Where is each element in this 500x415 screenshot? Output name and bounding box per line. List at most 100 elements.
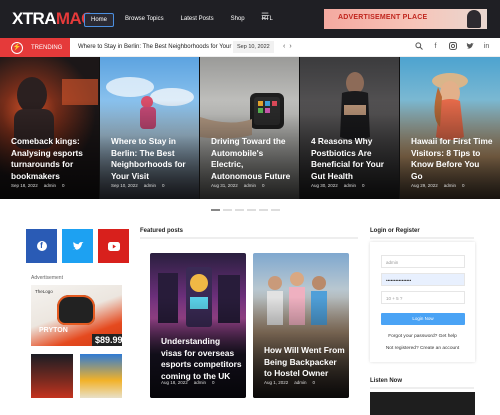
- slide-comments: 0: [162, 183, 165, 188]
- featured-post-card[interactable]: How Will Went From Being Backpacker to H…: [253, 253, 349, 398]
- hero-slide[interactable]: Hawaii for First Time Visitors: 8 Tips t…: [400, 57, 500, 199]
- ad-banner-text: ADVERTISEMENT PLACE: [338, 14, 428, 21]
- linkedin-icon[interactable]: in: [482, 42, 491, 51]
- bolt-icon: ⚡: [11, 41, 23, 54]
- slider-dot[interactable]: [211, 209, 220, 211]
- nav-browse-topics[interactable]: Browse Topics: [119, 13, 170, 27]
- slide-date: Aug 31, 2022: [211, 183, 238, 188]
- slide-author[interactable]: admin: [344, 183, 356, 188]
- slider-pagination: [211, 209, 280, 211]
- trending-bar: ⚡ TRENDING Where to Stay in Berlin: The …: [0, 38, 500, 57]
- post-author[interactable]: admin: [194, 380, 206, 385]
- slider-dot[interactable]: [223, 209, 232, 211]
- slide-meta: Aug 30, 2022 admin 0: [311, 183, 365, 188]
- login-form: admin •••••••••••••••• 10 + 5 ? Login No…: [370, 242, 475, 362]
- post-comments: 0: [212, 380, 215, 385]
- login-heading: Login or Register: [370, 228, 420, 234]
- trending-headline[interactable]: Where to Stay in Berlin: The Best Neighb…: [78, 44, 244, 50]
- facebook-icon[interactable]: f: [431, 42, 440, 51]
- slider-dot[interactable]: [235, 209, 244, 211]
- nav-home[interactable]: Home: [84, 13, 115, 27]
- sidebar-ad-small[interactable]: [31, 354, 73, 398]
- slide-title[interactable]: Comeback kings: Analysing esports turnar…: [11, 136, 93, 182]
- facebook-icon: f: [36, 241, 47, 251]
- slide-author[interactable]: admin: [444, 183, 456, 188]
- nav-latest-posts[interactable]: Latest Posts: [175, 13, 220, 27]
- logo-text-primary: XTRA: [12, 9, 56, 28]
- featured-post-title[interactable]: Understanding visas for overseas esports…: [161, 336, 243, 382]
- divider: [140, 237, 358, 239]
- listen-player[interactable]: [370, 392, 475, 415]
- hero-slide[interactable]: Driving Toward the Automobile's Electric…: [200, 57, 300, 199]
- trending-arrows: ‹›: [283, 43, 296, 50]
- sidebar-ad-main[interactable]: TheLogo PRYTON $89.99: [31, 285, 122, 346]
- slide-author[interactable]: admin: [244, 183, 256, 188]
- slider-dot[interactable]: [247, 209, 256, 211]
- facebook-button[interactable]: f: [26, 229, 57, 263]
- username-field[interactable]: admin: [381, 255, 465, 268]
- sidebar-ad-small[interactable]: [80, 354, 122, 398]
- hero-slide[interactable]: 4 Reasons Why Postbiotics Are Beneficial…: [300, 57, 400, 199]
- forgot-password-link[interactable]: Forgot your password? Get help: [370, 334, 475, 339]
- site-logo[interactable]: XTRAMAG: [12, 9, 94, 29]
- slide-comments: 0: [262, 183, 265, 188]
- slide-title[interactable]: Driving Toward the Automobile's Electric…: [211, 136, 293, 182]
- ad-banner-image: [467, 10, 481, 28]
- hero-slide[interactable]: Comeback kings: Analysing esports turnar…: [0, 57, 100, 199]
- slide-author[interactable]: admin: [44, 183, 56, 188]
- chevron-right-icon[interactable]: ›: [289, 43, 295, 50]
- instagram-icon[interactable]: [448, 42, 457, 51]
- post-date: Aug 1, 2022: [264, 380, 289, 385]
- featured-post-title[interactable]: How Will Went From Being Backpacker to H…: [264, 345, 346, 380]
- slide-title[interactable]: 4 Reasons Why Postbiotics Are Beneficial…: [311, 136, 393, 182]
- featured-post-card[interactable]: Understanding visas for overseas esports…: [150, 253, 246, 398]
- hero-slide[interactable]: Where to Stay in Berlin: The Best Neighb…: [100, 57, 200, 199]
- twitter-icon[interactable]: [465, 42, 474, 51]
- slide-meta: Aug 31, 2022 admin 0: [211, 183, 265, 188]
- header-ad-banner[interactable]: ADVERTISEMENT PLACE: [324, 9, 487, 29]
- youtube-icon: [107, 241, 120, 251]
- ad-price: $89.99: [92, 334, 122, 346]
- hamburger-icon[interactable]: ☰: [261, 11, 269, 22]
- slide-comments: 0: [462, 183, 465, 188]
- trending-icons: f in: [414, 42, 491, 51]
- featured-post-meta: Aug 18, 2022 admin 0: [161, 380, 215, 385]
- slider-dot[interactable]: [259, 209, 268, 211]
- trending-date: Sep 10, 2022: [233, 41, 274, 53]
- post-author[interactable]: admin: [294, 380, 306, 385]
- featured-heading: Featured posts: [140, 228, 184, 234]
- slide-date: Aug 29, 2022: [411, 183, 438, 188]
- slide-meta: Sep 10, 2022 admin 0: [111, 183, 165, 188]
- slide-author[interactable]: admin: [144, 183, 156, 188]
- divider: [370, 237, 474, 239]
- slide-title[interactable]: Where to Stay in Berlin: The Best Neighb…: [111, 136, 193, 182]
- slide-comments: 0: [362, 183, 365, 188]
- social-buttons: f: [26, 229, 129, 263]
- hero-slider: Comeback kings: Analysing esports turnar…: [0, 57, 500, 199]
- nav-shop[interactable]: Shop: [225, 13, 251, 27]
- trending-label-text: TRENDING: [31, 44, 63, 51]
- post-comments: 0: [312, 380, 316, 385]
- slide-date: Sep 18, 2022: [11, 183, 38, 188]
- listen-heading: Listen Now: [370, 378, 403, 384]
- slide-date: Aug 30, 2022: [311, 183, 338, 188]
- post-date: Aug 18, 2022: [161, 380, 188, 385]
- youtube-button[interactable]: [98, 229, 129, 263]
- slide-meta: Aug 29, 2022 admin 0: [411, 183, 465, 188]
- slide-meta: Sep 18, 2022 admin 0: [11, 183, 65, 188]
- search-icon[interactable]: [414, 42, 423, 51]
- trending-label: ⚡ TRENDING: [0, 38, 70, 57]
- slide-title[interactable]: Hawaii for First Time Visitors: 8 Tips t…: [411, 136, 493, 182]
- register-link[interactable]: Not registered? Create an account: [370, 346, 475, 351]
- ad-brand: TheLogo: [35, 289, 53, 294]
- advertisement-label: Advertisement: [31, 275, 63, 281]
- password-field[interactable]: ••••••••••••••••: [381, 273, 465, 286]
- divider: [370, 387, 474, 389]
- login-button[interactable]: Login Now: [381, 313, 465, 325]
- slider-dot[interactable]: [271, 209, 280, 211]
- twitter-button[interactable]: [62, 229, 93, 263]
- main-nav: Home Browse Topics Latest Posts Shop RTL: [84, 13, 284, 27]
- slide-comments: 0: [62, 183, 65, 188]
- captcha-field[interactable]: 10 + 5 ?: [381, 291, 465, 304]
- site-header: XTRAMAG Home Browse Topics Latest Posts …: [0, 0, 500, 38]
